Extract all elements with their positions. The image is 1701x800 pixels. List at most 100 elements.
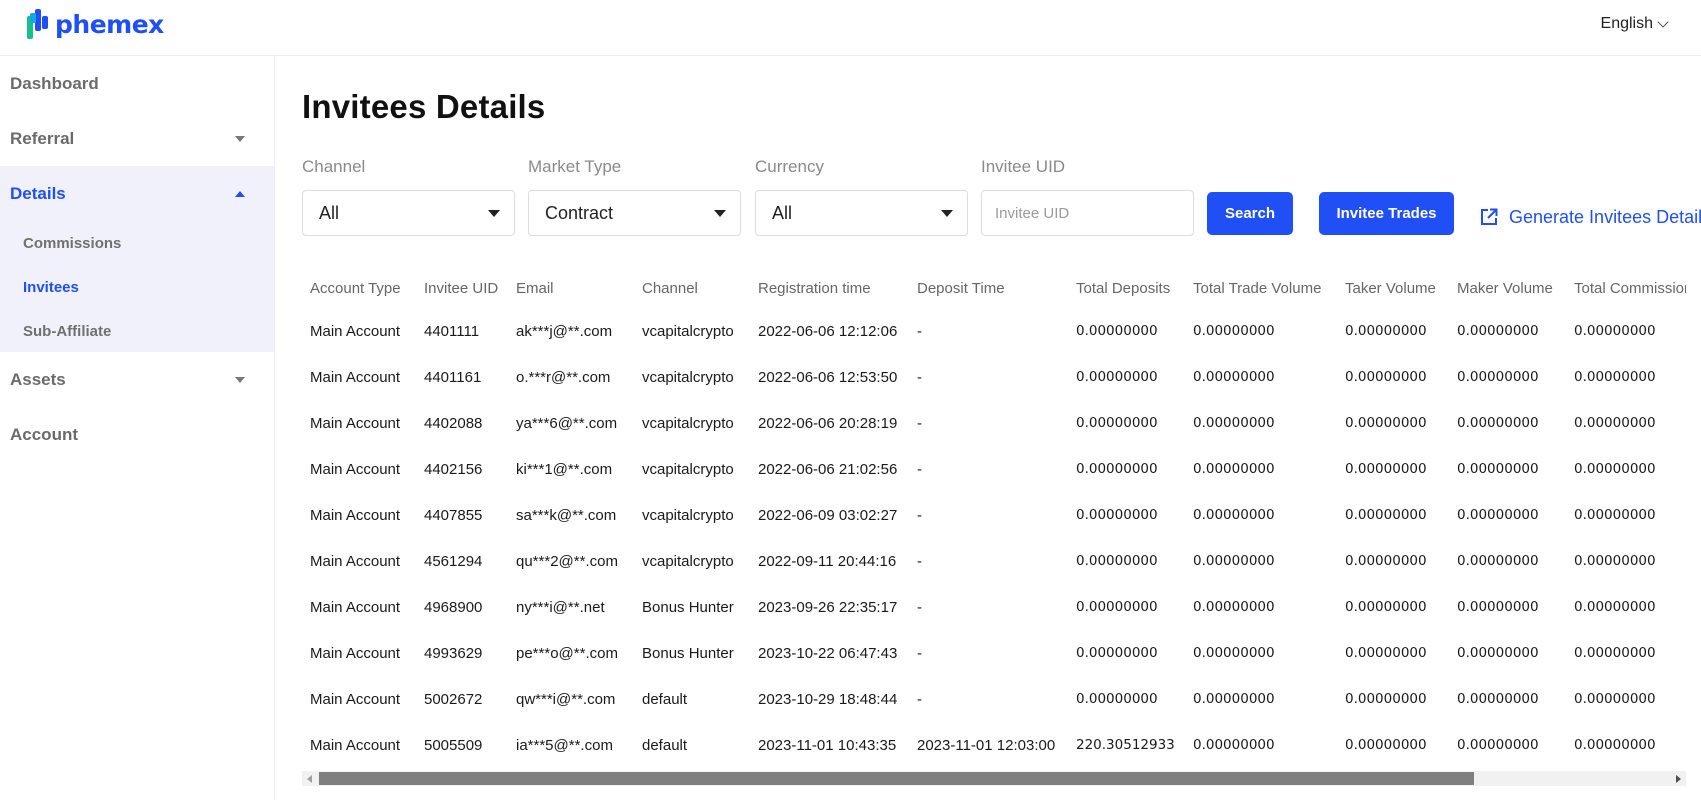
table-cell: vcapitalcrypto [642, 414, 734, 432]
table-cell: 2023-10-29 18:48:44 [758, 690, 898, 708]
table-cell: 2022-06-06 12:53:50 [758, 368, 898, 386]
table-cell: 0.00000000 [1457, 323, 1539, 339]
table-row: Main Account 4402088 ya***6@**.com vcapital… [302, 400, 1686, 446]
table-cell: 0.00000000 [1457, 415, 1539, 431]
table-cell: Main Account [310, 552, 401, 570]
table-cell: vcapitalcrypto [642, 552, 734, 570]
table-cell: Main Account [310, 368, 401, 386]
table-cell: default [642, 736, 688, 754]
table-cell: 0.00000000 [1193, 737, 1275, 753]
brand-name: phemex [55, 9, 164, 39]
table-cell: 220.30512933 [1076, 737, 1175, 753]
column-header: Total Commission [1574, 279, 1686, 297]
external-link-icon [1481, 208, 1498, 225]
sidebar-item-assets[interactable]: Assets [0, 360, 274, 400]
sidebar-subitem-label: Sub-Affiliate [23, 322, 112, 340]
table-row: Main Account 4561294 qu***2@**.com vcapital… [302, 538, 1686, 584]
table-cell: ak***j@**.com [516, 322, 613, 340]
table-cell: 0.00000000 [1076, 461, 1158, 477]
table-cell: 4401111 [424, 322, 480, 340]
table-row: Main Account 4993629 pe***o@**.com Bonus Hu… [302, 630, 1686, 676]
column-header: Taker Volume [1345, 279, 1436, 297]
table-cell: 0.00000000 [1574, 553, 1656, 569]
sidebar-item-label: Details [10, 184, 66, 203]
table-cell: 2023-11-01 10:43:35 [758, 736, 897, 754]
invitee-trades-button[interactable]: Invitee Trades [1319, 192, 1454, 235]
scroll-right-arrow-icon[interactable] [1676, 775, 1681, 783]
table-cell: 0.00000000 [1076, 691, 1158, 707]
market-type-label: Market Type [528, 157, 622, 176]
table-cell: 0.00000000 [1457, 645, 1539, 661]
invitee-uid-input[interactable] [981, 190, 1194, 236]
table-row: Main Account 4401161 o.***r@**.com vcapital… [302, 354, 1686, 400]
language-selector[interactable]: English [1600, 15, 1669, 33]
phemex-logo-icon [27, 9, 48, 39]
table-cell: - [917, 322, 922, 340]
sidebar-subitem-sub-affiliate[interactable]: Sub-Affiliate [23, 319, 111, 343]
table-cell: 0.00000000 [1076, 507, 1158, 523]
table-cell: 2022-06-06 21:02:56 [758, 460, 898, 478]
table-header-row: Account Type Invitee UID Email Channel Regis… [302, 268, 1686, 308]
table-cell: ny***i@**.net [516, 598, 605, 616]
invitees-table: Account Type Invitee UID Email Channel Regis… [302, 268, 1686, 758]
horizontal-scrollbar[interactable] [302, 771, 1686, 786]
table-cell: qu***2@**.com [516, 552, 618, 570]
caret-down-icon [941, 210, 953, 217]
table-cell: 0.00000000 [1574, 691, 1656, 707]
sidebar-subitem-label: Commissions [23, 234, 122, 252]
table-cell: o.***r@**.com [516, 368, 611, 386]
caret-down-icon [235, 136, 245, 142]
sidebar-item-account[interactable]: Account [0, 415, 274, 455]
sidebar-item-details[interactable]: Details [0, 174, 274, 214]
search-button[interactable]: Search [1207, 192, 1293, 235]
table-row: Main Account 4402156 ki***1@**.com vcapital… [302, 446, 1686, 492]
currency-select[interactable]: All [755, 190, 968, 236]
table-cell: 0.00000000 [1457, 507, 1539, 523]
market-type-select[interactable]: Contract [528, 190, 741, 236]
column-header: Total Trade Volume [1193, 279, 1322, 297]
table-cell: - [917, 460, 922, 478]
phemex-logo[interactable]: phemex [26, 7, 164, 41]
table-row: Main Account 5005509 ia***5@**.com default 2… [302, 722, 1686, 758]
table-cell: 0.00000000 [1457, 369, 1539, 385]
column-header: Maker Volume [1457, 279, 1553, 297]
generate-link-label: Generate Invitees Details [1509, 206, 1701, 227]
scrollbar-thumb[interactable] [319, 772, 1474, 785]
table-cell: 0.00000000 [1345, 369, 1427, 385]
language-label: English [1600, 15, 1653, 32]
table-cell: 0.00000000 [1574, 507, 1656, 523]
table-cell: - [917, 506, 922, 524]
table-cell: 0.00000000 [1076, 599, 1158, 615]
table-cell: 0.00000000 [1345, 599, 1427, 615]
caret-down-icon [235, 377, 245, 383]
table-cell: 2022-06-06 12:12:06 [758, 322, 898, 340]
table-cell: 0.00000000 [1457, 691, 1539, 707]
table-cell: - [917, 368, 922, 386]
channel-select[interactable]: All [302, 190, 515, 236]
sidebar-item-referral[interactable]: Referral [0, 119, 274, 159]
table-cell: 0.00000000 [1574, 737, 1656, 753]
table-cell: ya***6@**.com [516, 414, 618, 432]
sidebar: Dashboard Referral Details Commissions I… [0, 56, 275, 800]
table-cell: 0.00000000 [1076, 645, 1158, 661]
invitee-uid-label: Invitee UID [981, 157, 1066, 176]
table-cell: sa***k@**.com [516, 506, 617, 524]
table-cell: Main Account [310, 506, 401, 524]
sidebar-item-label: Referral [10, 129, 75, 148]
column-header: Registration time [758, 279, 871, 297]
table-cell: 4407855 [424, 506, 483, 524]
sidebar-subitem-commissions[interactable]: Commissions [23, 231, 121, 255]
table-cell: 0.00000000 [1574, 645, 1656, 661]
sidebar-subitem-label: Invitees [23, 278, 79, 296]
sidebar-subitem-invitees[interactable]: Invitees [23, 275, 79, 299]
table-cell: pe***o@**.com [516, 644, 618, 662]
table-cell: 4402156 [424, 460, 483, 478]
table-cell: vcapitalcrypto [642, 368, 734, 386]
table-cell: vcapitalcrypto [642, 460, 734, 478]
table-cell: 2022-06-06 20:28:19 [758, 414, 898, 432]
table-cell: Main Account [310, 736, 401, 754]
generate-invitees-details-link[interactable]: Generate Invitees Details [1480, 205, 1701, 229]
sidebar-item-dashboard[interactable]: Dashboard [0, 64, 274, 104]
channel-label: Channel [302, 157, 366, 176]
scroll-left-arrow-icon[interactable] [307, 775, 312, 783]
